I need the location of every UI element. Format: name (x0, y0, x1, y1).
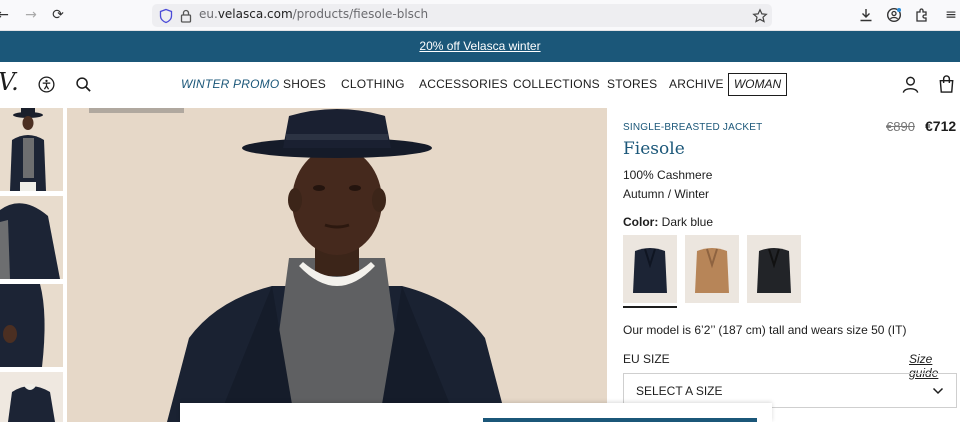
gallery-thumbnail[interactable] (0, 108, 63, 191)
nav-stores[interactable]: STORES (607, 77, 657, 91)
swatch-black[interactable] (747, 235, 801, 303)
site-header: V. WINTER PROMO SHOES CLOTHING ACCESSORI… (0, 62, 960, 108)
url-text[interactable]: eu.velasca.com/products/fiesole-blsch (199, 7, 428, 21)
nav-shoes[interactable]: SHOES (283, 77, 326, 91)
product-category[interactable]: SINGLE-BREASTED JACKET (623, 122, 762, 133)
menu-icon[interactable]: ≡ (942, 6, 960, 24)
overlay-button[interactable] (483, 418, 757, 422)
reload-icon[interactable]: ⟳ (49, 6, 67, 24)
size-select-text: SELECT A SIZE (636, 384, 723, 398)
nav-winter-promo[interactable]: WINTER PROMO (181, 77, 279, 91)
swatch-camel[interactable] (685, 235, 739, 303)
size-label: EU SIZE (623, 352, 670, 366)
user-icon[interactable] (901, 75, 920, 94)
bag-icon[interactable] (937, 74, 956, 94)
nav-clothing[interactable]: CLOTHING (341, 77, 405, 91)
nav-accessories[interactable]: ACCESSORIES (419, 77, 508, 91)
main-product-image[interactable] (67, 108, 607, 422)
bottom-overlay-panel (180, 403, 772, 422)
swatch-dark-blue[interactable] (623, 235, 677, 303)
current-price: €712 (925, 118, 957, 134)
product-material: 100% Cashmere (623, 168, 713, 182)
extensions-icon[interactable] (914, 7, 930, 23)
image-scroll-handle[interactable] (89, 108, 184, 113)
shield-icon[interactable] (158, 8, 174, 24)
color-value: Dark blue (661, 215, 714, 229)
woman-button[interactable]: WOMAN (728, 73, 787, 96)
gallery-thumbnail[interactable] (0, 372, 63, 422)
back-icon[interactable]: ← (0, 6, 12, 24)
product-season: Autumn / Winter (623, 187, 710, 201)
selected-swatch-indicator (623, 306, 677, 308)
model-size-note: Our model is 6’2’’ (187 cm) tall and wea… (623, 323, 907, 337)
accessibility-icon[interactable] (38, 76, 55, 93)
product-title: Fiesole (623, 139, 685, 159)
logo[interactable]: V. (0, 68, 19, 96)
gallery-thumbnail[interactable] (0, 196, 63, 279)
address-bar[interactable]: eu.velasca.com/products/fiesole-blsch (152, 4, 772, 27)
star-icon[interactable] (752, 8, 768, 24)
promo-link[interactable]: 20% off Velasca winter (0, 39, 960, 53)
account-icon[interactable] (886, 7, 902, 23)
nav-collections[interactable]: COLLECTIONS (513, 77, 600, 91)
color-row: Color: Dark blue (623, 215, 713, 229)
chevron-down-icon (932, 387, 944, 395)
gallery-thumbnail[interactable] (0, 284, 63, 367)
lock-icon[interactable] (178, 8, 194, 24)
download-icon[interactable] (858, 7, 874, 23)
search-icon[interactable] (75, 76, 92, 93)
promo-banner: 20% off Velasca winter (0, 31, 960, 62)
forward-icon[interactable]: → (22, 6, 40, 24)
old-price: €890 (886, 119, 915, 134)
browser-toolbar: ← → ⟳ eu.velasca.com/products/fiesole-bl… (0, 0, 960, 31)
nav-archive[interactable]: ARCHIVE (669, 77, 724, 91)
color-label: Color: (623, 215, 659, 229)
